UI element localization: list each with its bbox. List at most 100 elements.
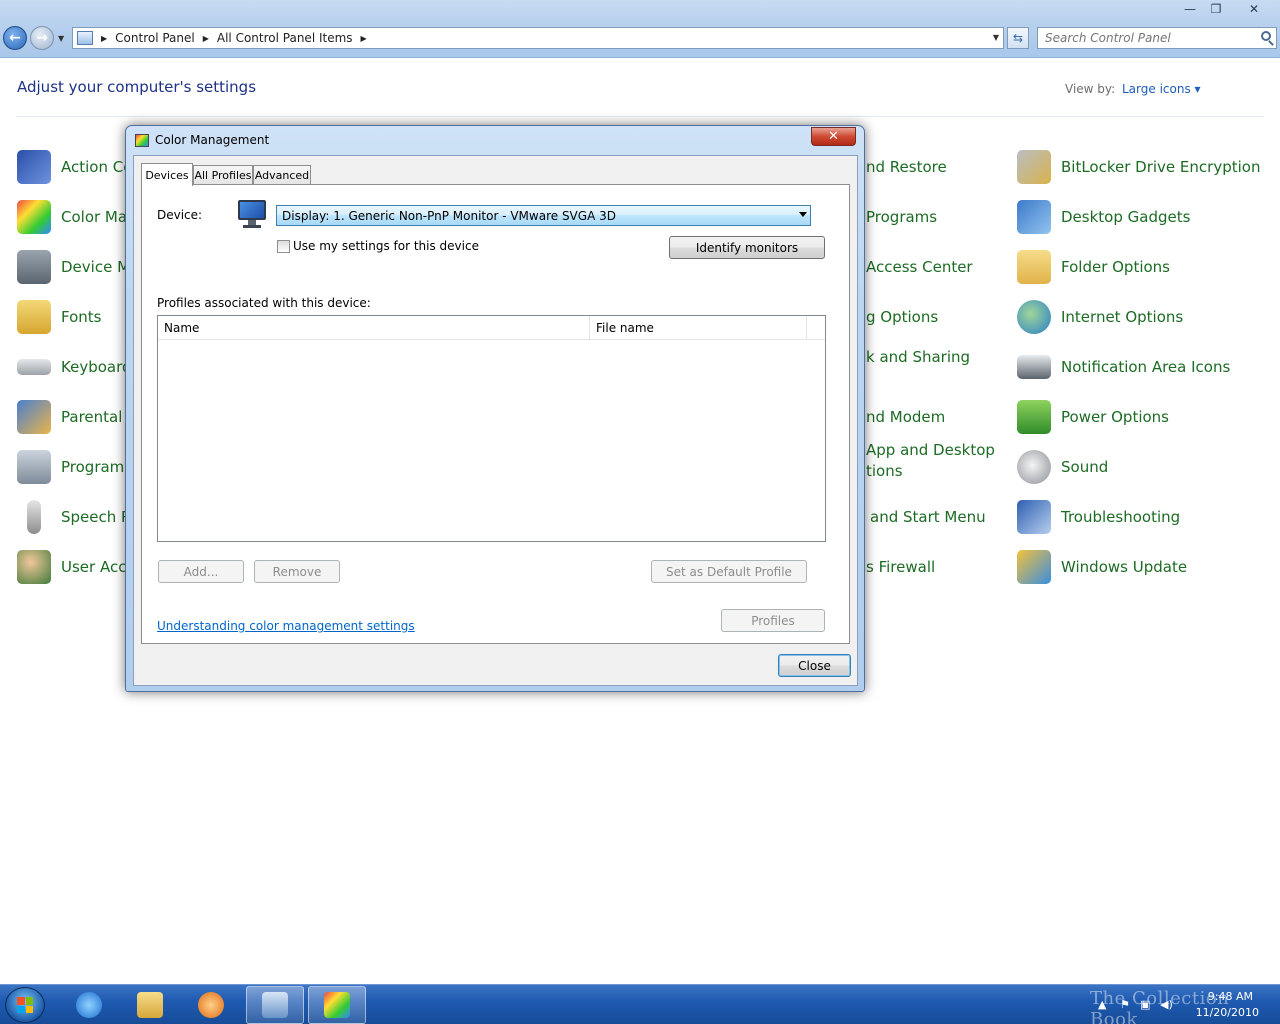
cp-item-windows-update[interactable]: Windows Update [1017,549,1187,585]
cp-item-troubleshooting[interactable]: Troubleshooting [1017,499,1180,535]
color-management-icon [135,134,149,147]
cp-item-fonts[interactable]: Fonts [17,299,101,335]
use-my-settings-checkbox[interactable] [277,240,290,253]
breadcrumb-separator-icon[interactable]: ▶ [203,34,209,43]
cp-item-taskbar-start-menu[interactable]: and Start Menu [870,499,986,535]
cp-item-programs[interactable]: Programs [17,449,132,485]
cp-item-label: App and Desktop [866,441,995,459]
cp-item-notification-area[interactable]: Notification Area Icons [1017,349,1230,385]
cp-item-device-manager[interactable]: Device M [17,249,130,285]
back-button[interactable]: ← [3,26,27,50]
cp-item-backup-restore[interactable]: nd Restore [866,149,947,185]
cp-item-power-options[interactable]: Power Options [1017,399,1169,435]
set-default-profile-button[interactable]: Set as Default Profile [651,560,807,583]
profiles-button[interactable]: Profiles [721,609,825,632]
cp-item-color-management[interactable]: Color Ma [17,199,127,235]
device-manager-icon [17,250,51,284]
cp-item-label: BitLocker Drive Encryption [1061,158,1261,176]
column-header-file-name[interactable]: File name [590,316,807,340]
color-management-icon [324,992,350,1018]
cp-item-parental-controls[interactable]: Parental [17,399,122,435]
cp-item-label: Power Options [1061,408,1169,426]
tab-advanced[interactable]: Advanced [253,165,311,185]
cp-item-default-programs[interactable]: Programs [866,199,937,235]
folder-icon [137,992,163,1018]
cp-item-action-center[interactable]: Action Ce [17,149,132,185]
cp-item-label: g Options [866,308,939,326]
cp-item-label: and Start Menu [870,508,986,526]
view-by-dropdown[interactable]: Large icons ▾ [1122,82,1201,96]
refresh-button[interactable]: ⇆ [1007,27,1029,49]
cp-item-label: Troubleshooting [1061,508,1181,526]
add-profile-button[interactable]: Add... [158,560,244,583]
dialog-close-x-button[interactable]: ✕ [811,127,856,146]
view-by-label: View by: [1065,82,1116,96]
identify-monitors-button[interactable]: Identify monitors [669,236,825,259]
internet-options-globe-icon [1017,300,1051,334]
cp-item-keyboard[interactable]: Keyboard [17,349,132,385]
cp-item-indexing-options[interactable]: g Options [866,299,938,335]
breadcrumb-all-items[interactable]: All Control Panel Items [217,31,353,45]
close-button[interactable]: Close [778,654,851,677]
cp-item-ease-of-access[interactable]: Access Center [866,249,973,285]
bitlocker-key-icon [1017,150,1051,184]
device-dropdown[interactable]: Display: 1. Generic Non-PnP Monitor - VM… [276,205,811,226]
cp-item-windows-firewall[interactable]: s Firewall [866,549,935,585]
cp-item-label: Speech R [61,508,132,526]
cp-item-label: Programs [866,208,938,226]
understanding-color-management-link[interactable]: Understanding color management settings [157,619,415,633]
cp-item-remoteapp[interactable]: App and Desktop tions [866,440,995,484]
notification-area-icon [1017,355,1051,379]
search-box[interactable] [1037,27,1277,49]
cp-item-folder-options[interactable]: Folder Options [1017,249,1170,285]
search-input[interactable] [1038,28,1248,48]
restore-icon: ❐ [1210,2,1222,16]
taskbar-windows-explorer[interactable] [121,986,179,1024]
address-dropdown-chevron-icon[interactable]: ▼ [993,33,999,42]
cp-item-speech-recognition[interactable]: Speech R [17,499,131,535]
cp-item-user-accounts[interactable]: User Acc [17,549,126,585]
cp-item-network-sharing[interactable]: k and Sharing [866,339,970,375]
remove-profile-button[interactable]: Remove [254,560,340,583]
close-window-button[interactable]: ✕ [1238,0,1270,18]
address-bar[interactable]: ▶ Control Panel ▶ All Control Panel Item… [72,27,1004,49]
tab-all-profiles[interactable]: All Profiles [193,165,253,185]
power-options-battery-icon [1017,400,1051,434]
taskbar-color-management[interactable] [308,986,366,1024]
forward-button[interactable]: → [30,26,54,50]
windows-logo-icon [17,997,33,1013]
taskbar-control-panel[interactable] [246,986,304,1024]
internet-explorer-icon [76,992,102,1018]
start-button[interactable] [5,987,45,1023]
control-panel-icon [262,992,288,1018]
profiles-list[interactable]: Name File name [157,315,826,542]
cp-item-label: User Acc [61,558,127,576]
use-my-settings-label[interactable]: Use my settings for this device [293,239,479,253]
recent-pages-chevron-icon[interactable]: ▼ [58,34,64,43]
close-icon: ✕ [828,129,839,144]
cp-item-internet-options[interactable]: Internet Options [1017,299,1183,335]
breadcrumb-separator-icon[interactable]: ▶ [101,34,107,43]
chevron-down-icon [799,212,807,217]
cp-item-label: Programs [61,458,133,476]
breadcrumb-separator-icon[interactable]: ▶ [361,34,367,43]
taskbar-media-player[interactable] [182,986,240,1024]
panel-divider [150,604,841,605]
search-icon[interactable] [1261,31,1271,41]
restore-button[interactable]: ❐ [1203,0,1229,18]
minimize-button[interactable]: — [1177,0,1203,18]
cp-item-desktop-gadgets[interactable]: Desktop Gadgets [1017,199,1190,235]
cp-item-sound[interactable]: Sound [1017,449,1108,485]
taskbar-internet-explorer[interactable] [60,986,118,1024]
content-divider [16,116,1264,117]
breadcrumb-control-panel[interactable]: Control Panel [115,31,195,45]
tab-devices[interactable]: Devices [141,163,193,186]
cp-item-phone-modem[interactable]: nd Modem [866,399,945,435]
cp-item-label-line2: tions [866,462,903,480]
cp-item-label: Folder Options [1061,258,1170,276]
back-arrow-icon: ← [9,30,21,46]
cp-item-label: Action Ce [61,158,133,176]
cp-item-bitlocker[interactable]: BitLocker Drive Encryption [1017,149,1260,185]
column-header-name[interactable]: Name [158,316,590,340]
taskbar: ▲ ⚑ ▣ ◀) 9:48 AM 11/20/2010 [0,984,1280,1024]
